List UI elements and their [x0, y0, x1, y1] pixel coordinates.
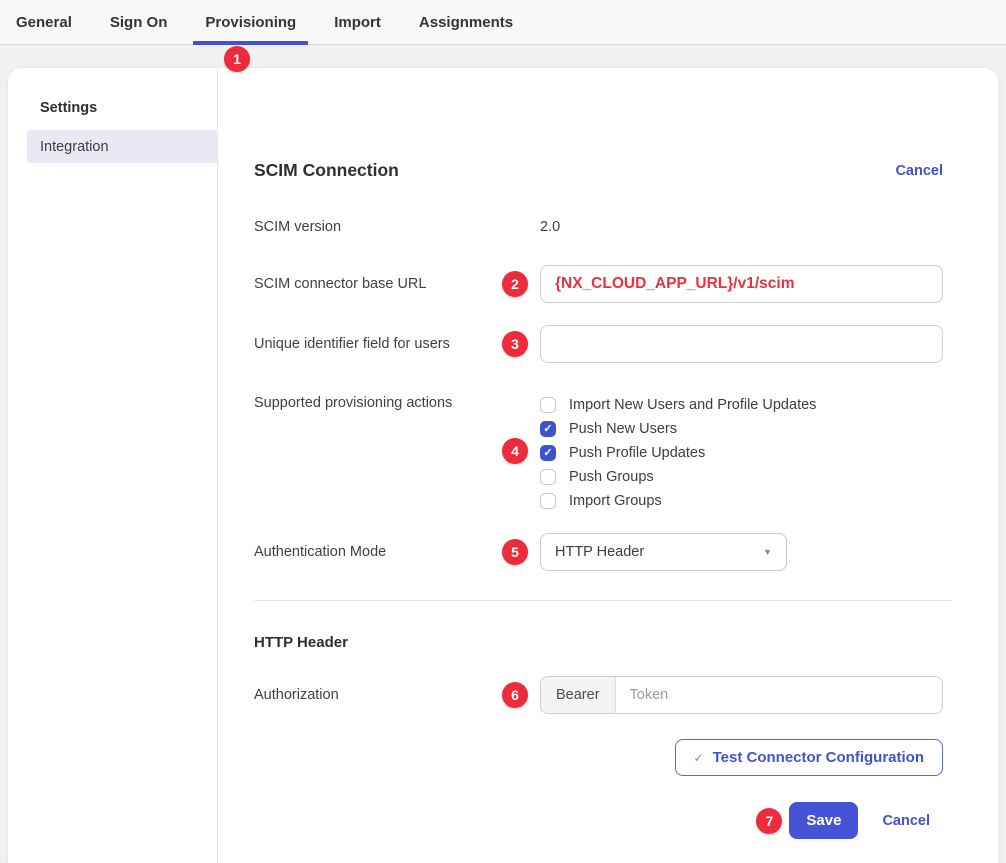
- callout-badge-2: 2: [502, 271, 528, 297]
- tab-sign-on[interactable]: Sign On: [98, 0, 180, 44]
- base-url-label: SCIM connector base URL: [254, 276, 540, 292]
- provisioning-actions-row: Supported provisioning actions 4 Import …: [254, 391, 943, 513]
- cancel-link-bottom[interactable]: Cancel: [882, 813, 930, 829]
- option-push-profile-updates[interactable]: Push Profile Updates: [540, 441, 943, 465]
- provisioning-card: Settings Integration SCIM Connection Can…: [8, 68, 998, 863]
- checkbox-label: Import Groups: [569, 493, 662, 509]
- checkbox-push-new-users[interactable]: [540, 421, 556, 437]
- check-icon: ✓: [694, 751, 704, 765]
- checkbox-label: Import New Users and Profile Updates: [569, 397, 816, 413]
- tab-import-label: Import: [334, 14, 381, 31]
- checkbox-label: Push New Users: [569, 421, 677, 437]
- checkbox-import-new-users[interactable]: [540, 397, 556, 413]
- callout-badge-3: 3: [502, 331, 528, 357]
- test-connector-button[interactable]: ✓ Test Connector Configuration: [675, 739, 943, 776]
- checkbox-push-profile-updates[interactable]: [540, 445, 556, 461]
- unique-id-row: Unique identifier field for users 3: [254, 325, 943, 363]
- option-push-groups[interactable]: Push Groups: [540, 465, 943, 489]
- scim-form: SCIM Connection Cancel SCIM version 2.0 …: [218, 68, 998, 863]
- base-url-row: SCIM connector base URL 2: [254, 265, 943, 303]
- token-input[interactable]: [616, 677, 942, 713]
- bearer-prefix: Bearer: [541, 677, 616, 713]
- tab-general[interactable]: General: [4, 0, 84, 44]
- tab-assignments[interactable]: Assignments: [407, 0, 525, 44]
- checkbox-label: Push Groups: [569, 469, 654, 485]
- checkbox-import-groups[interactable]: [540, 493, 556, 509]
- page-title: SCIM Connection: [254, 160, 399, 181]
- checkbox-push-groups[interactable]: [540, 469, 556, 485]
- tab-provisioning-label: Provisioning: [205, 14, 296, 31]
- settings-sidebar: Settings Integration: [8, 68, 218, 863]
- option-import-new-users[interactable]: Import New Users and Profile Updates: [540, 393, 943, 417]
- chevron-down-icon: ▼: [763, 547, 772, 557]
- callout-badge-1: 1: [224, 46, 250, 72]
- http-header-section-title: HTTP Header: [254, 634, 943, 651]
- unique-id-input[interactable]: [540, 325, 943, 363]
- cancel-link-top[interactable]: Cancel: [895, 163, 943, 179]
- provisioning-actions-label: Supported provisioning actions: [254, 391, 540, 411]
- scim-version-value: 2.0: [540, 219, 560, 235]
- auth-mode-select[interactable]: HTTP Header ▼: [540, 533, 787, 571]
- scim-version-label: SCIM version: [254, 219, 540, 235]
- callout-badge-6: 6: [502, 682, 528, 708]
- app-tab-bar: General Sign On Provisioning Import Assi…: [0, 0, 1006, 45]
- sidebar-item-label: Integration: [40, 139, 109, 155]
- active-tab-underline: [193, 41, 308, 45]
- tab-general-label: General: [16, 14, 72, 31]
- auth-mode-row: Authentication Mode 5 HTTP Header ▼: [254, 533, 943, 571]
- authorization-row: Authorization 6 Bearer: [254, 676, 943, 714]
- option-import-groups[interactable]: Import Groups: [540, 489, 943, 513]
- callout-badge-4: 4: [502, 438, 528, 464]
- section-divider: [254, 600, 952, 601]
- unique-id-label: Unique identifier field for users: [254, 336, 540, 352]
- callout-badge-7: 7: [756, 808, 782, 834]
- auth-mode-selected-value: HTTP Header: [555, 544, 644, 560]
- sidebar-item-integration[interactable]: Integration: [27, 130, 218, 163]
- callout-badge-5: 5: [502, 539, 528, 565]
- tab-provisioning[interactable]: Provisioning: [193, 0, 308, 44]
- option-push-new-users[interactable]: Push New Users: [540, 417, 943, 441]
- checkbox-label: Push Profile Updates: [569, 445, 705, 461]
- scim-version-row: SCIM version 2.0: [254, 219, 943, 235]
- test-connector-button-label: Test Connector Configuration: [713, 749, 924, 766]
- base-url-input[interactable]: [540, 265, 943, 303]
- auth-mode-label: Authentication Mode: [254, 544, 540, 560]
- tab-assignments-label: Assignments: [419, 14, 513, 31]
- sidebar-section-label: Settings: [40, 100, 217, 116]
- tab-import[interactable]: Import: [322, 0, 393, 44]
- tab-sign-on-label: Sign On: [110, 14, 168, 31]
- authorization-input-group: Bearer: [540, 676, 943, 714]
- authorization-label: Authorization: [254, 687, 540, 703]
- save-button[interactable]: Save: [789, 802, 858, 839]
